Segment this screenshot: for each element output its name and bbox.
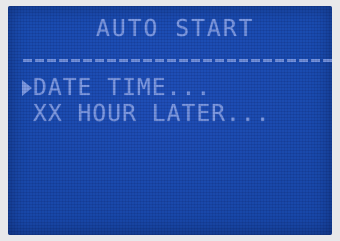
- lcd-screen: AUTO START DATE TIME... XX HOUR LATER...: [8, 6, 332, 235]
- screen-title: AUTO START: [96, 16, 255, 42]
- menu-item-label: XX HOUR LATER...: [33, 101, 271, 127]
- cursor-placeholder: [21, 104, 33, 124]
- selection-cursor-icon: [21, 78, 33, 98]
- menu-item-hour-later[interactable]: XX HOUR LATER...: [21, 102, 271, 126]
- menu-item-label: DATE TIME...: [33, 75, 212, 101]
- menu-item-date-time[interactable]: DATE TIME...: [21, 76, 211, 100]
- title-divider: [23, 59, 332, 62]
